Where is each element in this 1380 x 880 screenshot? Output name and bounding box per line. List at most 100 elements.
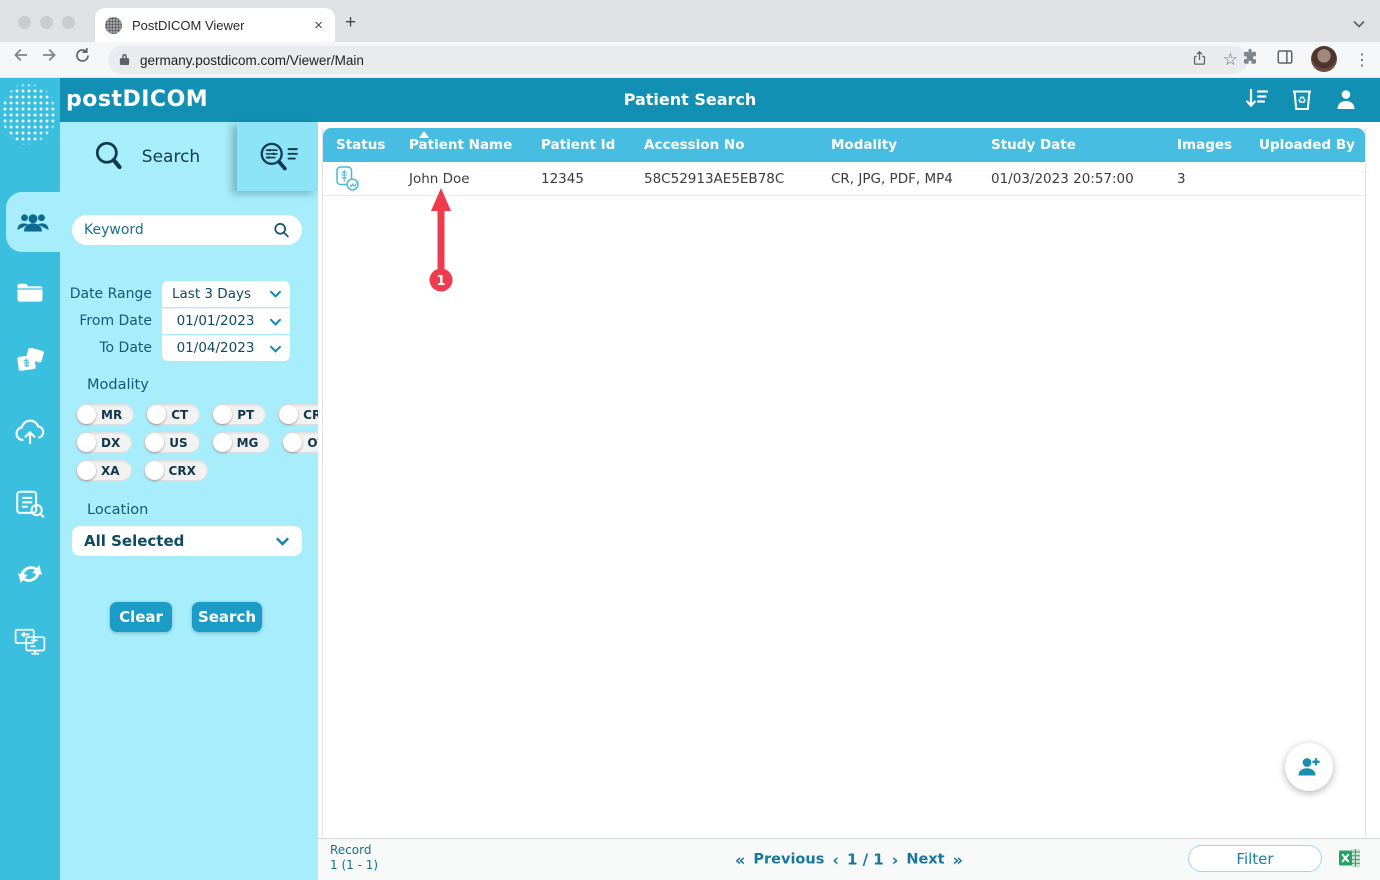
url-bar[interactable]: germany.postdicom.com/Viewer/Main ☆ <box>108 46 1248 74</box>
modality-toggle-dx[interactable]: DX <box>76 432 133 453</box>
table-row[interactable]: John Doe 12345 58C52913AE5EB78C CR, JPG,… <box>323 162 1365 196</box>
col-images[interactable]: Images <box>1177 137 1259 153</box>
first-page-button[interactable]: « <box>735 850 745 869</box>
back-button[interactable] <box>10 46 28 64</box>
cell-study-date[interactable]: 01/03/2023 20:57:00 <box>991 171 1177 187</box>
forward-button[interactable] <box>42 46 60 64</box>
col-patient-id[interactable]: Patient Id <box>541 137 644 153</box>
toggle-knob[interactable] <box>212 433 232 452</box>
tab-close-icon[interactable]: × <box>314 17 323 34</box>
tab-search-chevron-icon[interactable] <box>1352 14 1366 33</box>
record-label: Record <box>330 843 372 857</box>
sidebar-item-studies[interactable] <box>0 334 60 390</box>
window-minimize-button[interactable] <box>40 16 53 29</box>
toggle-knob[interactable] <box>213 405 233 424</box>
cell-patient-name[interactable]: John Doe <box>409 171 541 187</box>
last-page-button[interactable]: » <box>953 850 963 869</box>
cell-accession-no[interactable]: 58C52913AE5EB78C <box>644 171 831 187</box>
from-date-select[interactable]: 01/01/2023 <box>162 307 290 334</box>
export-excel-icon[interactable] <box>1338 846 1362 870</box>
col-status[interactable]: Status <box>323 137 409 153</box>
sidebar-item-share-screen[interactable] <box>0 614 60 670</box>
modality-toggle-xa[interactable]: XA <box>76 460 132 481</box>
left-sidebar <box>0 78 60 880</box>
toggle-knob[interactable] <box>283 433 303 452</box>
location-select[interactable]: All Selected <box>72 526 302 556</box>
cell-modality[interactable]: CR, JPG, PDF, MP4 <box>831 171 991 187</box>
lock-icon[interactable] <box>118 51 131 70</box>
study-status-icon[interactable] <box>323 165 409 192</box>
window-close-button[interactable] <box>18 16 31 29</box>
report-search-icon <box>16 490 45 519</box>
modality-toggle-ct[interactable]: CT <box>146 404 201 425</box>
cloud-upload-icon <box>15 419 45 445</box>
share-icon[interactable] <box>1191 50 1208 71</box>
browser-tab[interactable]: PostDICOM Viewer × <box>95 8 335 42</box>
cell-images[interactable]: 3 <box>1177 171 1259 187</box>
sort-asc-icon[interactable] <box>419 131 429 138</box>
modality-toggle-pt[interactable]: PT <box>212 404 267 425</box>
window-zoom-button[interactable] <box>62 16 75 29</box>
tab-basic-search[interactable]: Search <box>60 122 232 192</box>
date-range-select[interactable]: Last 3 Days <box>162 280 290 307</box>
col-study-date[interactable]: Study Date <box>991 137 1177 153</box>
clear-button[interactable]: Clear <box>110 602 172 632</box>
sidebar-item-upload[interactable] <box>0 404 60 460</box>
col-patient-name[interactable]: Patient Name <box>409 137 541 153</box>
results-area: Status Patient Name Patient Id Accession… <box>318 122 1380 838</box>
prev-page-button[interactable]: ‹ <box>832 850 839 869</box>
keyword-search-icon[interactable] <box>273 222 290 239</box>
modality-toggle-mg[interactable]: MG <box>211 432 271 453</box>
recycle-bin-icon[interactable]: ♻ <box>1290 86 1314 116</box>
page-title: Patient Search <box>623 90 757 109</box>
toggle-knob[interactable] <box>147 405 167 424</box>
keyword-input[interactable] <box>84 222 273 238</box>
col-uploaded-by[interactable]: Uploaded By <box>1259 137 1365 153</box>
filter-button[interactable]: Filter <box>1188 845 1322 872</box>
image-cards-icon <box>17 348 44 371</box>
toggle-knob[interactable] <box>144 461 164 480</box>
patients-group-icon <box>17 214 49 232</box>
modality-toggle-mr[interactable]: MR <box>76 404 135 425</box>
modality-label: Modality <box>87 377 149 393</box>
browser-menu-icon[interactable]: ⋮ <box>1354 50 1370 69</box>
sidebar-item-reports[interactable] <box>0 476 60 532</box>
url-text[interactable]: germany.postdicom.com/Viewer/Main <box>140 53 1191 68</box>
bookmark-star-icon[interactable]: ☆ <box>1223 51 1238 69</box>
col-accession-no[interactable]: Accession No <box>644 137 831 153</box>
toggle-knob[interactable] <box>77 461 96 480</box>
toggle-knob[interactable] <box>77 405 96 424</box>
cell-patient-id[interactable]: 12345 <box>541 171 644 187</box>
modality-toggle-us[interactable]: US <box>144 432 200 453</box>
col-modality[interactable]: Modality <box>831 137 991 153</box>
record-count: 1 (1 - 1) <box>330 858 379 872</box>
extensions-puzzle-icon[interactable] <box>1241 48 1259 70</box>
search-button[interactable]: Search <box>192 602 262 632</box>
modality-toggle-crx[interactable]: CRX <box>143 460 208 481</box>
toggle-knob[interactable] <box>279 405 299 424</box>
user-account-icon[interactable] <box>1334 87 1358 115</box>
keyword-field-wrap <box>72 215 302 245</box>
window-controls[interactable] <box>18 16 75 29</box>
reload-button[interactable] <box>74 47 91 64</box>
add-patient-fab[interactable] <box>1285 743 1333 791</box>
tab-advanced-search[interactable] <box>237 122 318 191</box>
sidebar-item-folders[interactable] <box>0 264 60 320</box>
to-date-label: To Date <box>99 339 152 356</box>
toggle-knob[interactable] <box>77 433 96 452</box>
next-button[interactable]: Next <box>906 852 944 868</box>
to-date-select[interactable]: 01/04/2023 <box>162 334 290 361</box>
advanced-search-icon <box>260 142 298 170</box>
tab-basic-search-label: Search <box>141 147 201 167</box>
browser-tabstrip: PostDICOM Viewer × + <box>0 0 1380 42</box>
side-panel-icon[interactable] <box>1276 48 1294 70</box>
sidebar-item-sync[interactable] <box>0 546 60 602</box>
new-tab-button[interactable]: + <box>345 12 356 34</box>
table-header-row: Status Patient Name Patient Id Accession… <box>323 128 1365 162</box>
sort-list-icon[interactable] <box>1244 87 1270 115</box>
profile-avatar[interactable] <box>1311 46 1337 72</box>
sidebar-item-patient-search[interactable] <box>6 192 60 252</box>
next-page-button[interactable]: › <box>892 850 899 869</box>
toggle-knob[interactable] <box>145 433 165 452</box>
previous-button[interactable]: Previous <box>753 852 824 868</box>
